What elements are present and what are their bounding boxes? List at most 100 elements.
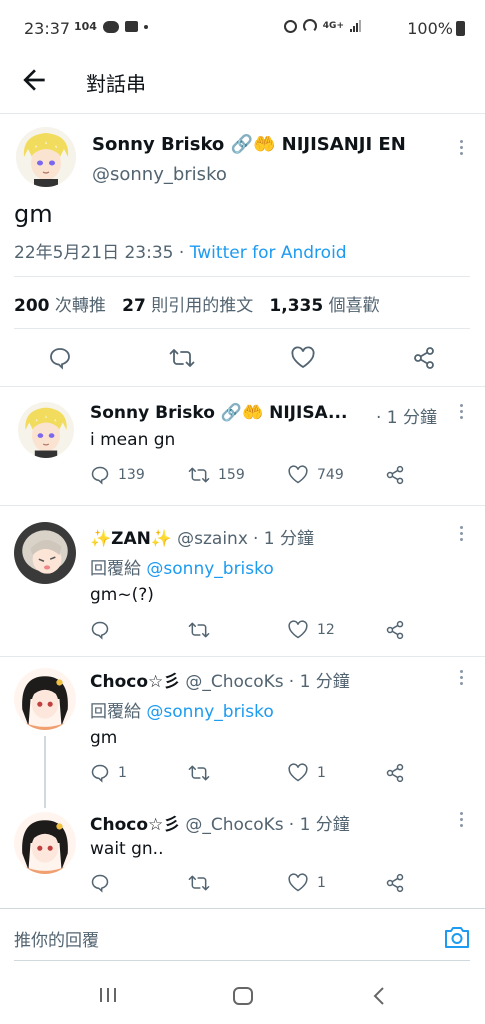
more-options-icon[interactable] (458, 812, 464, 832)
reply-like-button[interactable]: 1 (287, 873, 326, 893)
thread-line (14, 736, 76, 808)
retweet-icon (188, 622, 210, 638)
comment-icon (91, 764, 109, 783)
reply-text: gm (90, 728, 118, 748)
page-title: 對話串 (86, 72, 146, 96)
share-icon (386, 763, 404, 783)
top-bar: 對話串 (0, 58, 485, 112)
reply-time[interactable]: · 1 分鐘 (289, 815, 350, 835)
avatar-choco[interactable] (14, 812, 76, 874)
signal-icon (350, 20, 361, 32)
share-icon (386, 620, 404, 640)
reply-retweet-button[interactable] (188, 873, 218, 893)
battery-icon (456, 21, 465, 36)
reply-input-placeholder[interactable]: 推你的回覆 (14, 926, 99, 951)
battery-percent: 100% (407, 19, 453, 38)
back-arrow-icon[interactable] (18, 64, 50, 96)
line-app-icon (102, 20, 119, 33)
reply-retweet-button[interactable] (188, 763, 218, 783)
reply-to-handle-link[interactable]: @sonny_brisko (146, 702, 273, 722)
reply-handle[interactable]: @_ChocoKs (185, 815, 283, 835)
reply-author-name[interactable]: ✨ZAN✨ (90, 529, 172, 549)
status-right-icons: 4G+ (283, 19, 361, 33)
reply-header: Choco☆彡 @_ChocoKs · 1 分鐘 (90, 667, 350, 692)
main-tweet-meta: 22年5月21日 23:35 · Twitter for Android (14, 238, 347, 263)
reply-author-name[interactable]: Choco☆彡 (90, 815, 180, 835)
main-share-button[interactable] (412, 346, 436, 370)
reply-like-button[interactable]: 749 (287, 465, 344, 485)
reply-handle[interactable]: @szainx (177, 529, 248, 549)
camera-icon[interactable] (443, 924, 471, 954)
recents-icon[interactable] (98, 986, 118, 1008)
reply-reply-button[interactable]: 139 (90, 465, 145, 485)
reply-like-button[interactable]: 1 (287, 763, 326, 783)
main-reply-button[interactable] (48, 346, 72, 370)
reply-divider (0, 656, 485, 657)
reply-share-button[interactable] (385, 873, 405, 893)
reply-like-button[interactable]: 12 (287, 620, 335, 640)
home-icon[interactable] (232, 986, 254, 1010)
meta-separator: · (178, 243, 185, 263)
reply-header: ✨ZAN✨ @szainx · 1 分鐘 (90, 524, 314, 549)
avatar-sonny-reply[interactable] (18, 402, 74, 458)
like-count: 749 (317, 467, 344, 483)
quotes-stat[interactable]: 27 則引用的推文 (122, 296, 253, 316)
reply-time[interactable]: · 1 分鐘 (289, 672, 350, 692)
reply-share-button[interactable] (385, 620, 405, 640)
reply-reply-button[interactable] (90, 873, 118, 893)
main-tweet-datetime[interactable]: 22年5月21日 23:35 (14, 243, 173, 263)
reply-text: wait gn.. (90, 839, 164, 859)
reply-author-name[interactable]: Choco☆彡 (90, 672, 180, 692)
hotspot-icon (302, 19, 317, 33)
reply-header: Choco☆彡 @_ChocoKs · 1 分鐘 (90, 810, 350, 835)
status-bar: 23:37 104 4G+ 100% (0, 0, 485, 58)
comment-icon (50, 348, 70, 370)
more-options-icon[interactable] (458, 404, 464, 424)
share-icon (386, 465, 404, 485)
back-chevron-icon[interactable] (372, 986, 386, 1010)
reply-handle[interactable]: @_ChocoKs (185, 672, 283, 692)
retweet-icon (188, 765, 210, 781)
reply-author-name[interactable]: Sonny Brisko 🔗🤲 NIJISA... (90, 403, 347, 423)
heart-icon (288, 873, 308, 892)
reply-reply-button[interactable]: 1 (90, 763, 127, 783)
reply-to-handle-link[interactable]: @sonny_brisko (146, 559, 273, 579)
like-count: 1 (317, 875, 326, 891)
main-like-button[interactable] (290, 346, 316, 370)
reply-bar-divider (0, 908, 485, 909)
reply-count: 1 (118, 765, 127, 781)
heart-icon (288, 763, 308, 782)
main-tweet-stats: 200 次轉推 27 則引用的推文 1,335 個喜歡 (14, 291, 380, 316)
retweet-icon (188, 875, 210, 891)
main-tweet-handle[interactable]: @sonny_brisko (92, 164, 227, 185)
avatar-zan[interactable] (14, 522, 76, 584)
reply-to-label: 回覆給 (90, 702, 141, 722)
share-icon (414, 347, 434, 369)
avatar-choco[interactable] (14, 668, 76, 730)
retweet-icon (169, 349, 195, 367)
reply-share-button[interactable] (385, 465, 405, 485)
reply-reply-button[interactable] (90, 620, 118, 640)
reply-text: gm~(?) (90, 585, 154, 605)
more-options-icon[interactable] (458, 670, 464, 690)
stats-divider (14, 328, 470, 329)
more-options-icon[interactable] (458, 526, 464, 546)
reply-retweet-button[interactable] (188, 620, 218, 640)
comment-icon (91, 466, 109, 485)
reply-time[interactable]: · 1 分鐘 (253, 529, 314, 549)
avatar-sonny[interactable] (16, 127, 76, 187)
reply-time[interactable]: · 1 分鐘 (376, 403, 437, 428)
alarm-icon (283, 19, 297, 33)
retweets-stat[interactable]: 200 次轉推 (14, 296, 106, 316)
reply-composer[interactable]: 推你的回覆 (0, 910, 485, 966)
more-options-icon[interactable] (458, 140, 464, 160)
reply-retweet-button[interactable]: 159 (188, 465, 245, 485)
main-tweet-client-link[interactable]: Twitter for Android (190, 243, 347, 263)
likes-stat[interactable]: 1,335 個喜歡 (269, 296, 379, 316)
heart-icon (291, 346, 315, 369)
main-tweet-author-name[interactable]: Sonny Brisko 🔗🤲 NIJISANJI EN (92, 134, 406, 155)
main-retweet-button[interactable] (169, 346, 195, 370)
status-extra: 104 (74, 20, 97, 33)
reply-share-button[interactable] (385, 763, 405, 783)
like-count: 12 (317, 622, 335, 638)
